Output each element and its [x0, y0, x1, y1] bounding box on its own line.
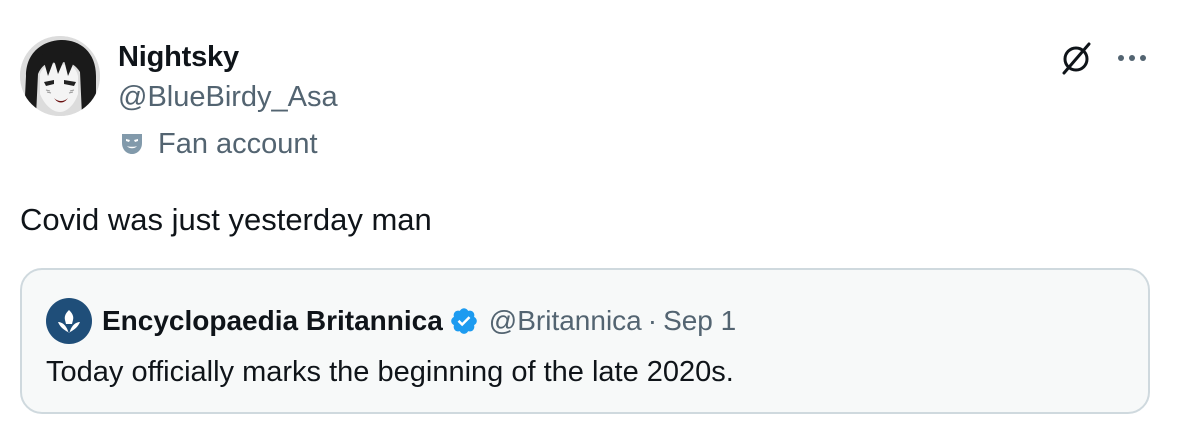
tweet-text: Covid was just yesterday man	[20, 202, 432, 237]
britannica-thistle-icon	[58, 310, 80, 333]
quoted-author-avatar[interactable]	[46, 298, 92, 344]
more-horizontal-icon[interactable]	[1112, 38, 1152, 78]
quoted-author-name[interactable]: Encyclopaedia Britannica	[102, 304, 443, 338]
quoted-tweet-date[interactable]: Sep 1	[663, 304, 736, 338]
quoted-tweet-text: Today officially marks the beginning of …	[46, 356, 734, 388]
tweet: Nightsky @BlueBirdy_Asa Fan account Covi…	[0, 0, 1184, 430]
verified-badge-icon	[449, 306, 479, 336]
affiliate-label-text: Fan account	[158, 128, 318, 160]
affiliate-label[interactable]: Fan account	[118, 126, 318, 162]
grok-slash-icon[interactable]	[1058, 38, 1098, 78]
quoted-tweet-header: Encyclopaedia Britannica @Britannica · S…	[46, 298, 736, 344]
author-display-name[interactable]: Nightsky	[118, 40, 239, 74]
separator-dot: ·	[647, 305, 658, 336]
quoted-tweet[interactable]: Encyclopaedia Britannica @Britannica · S…	[20, 268, 1150, 414]
author-handle[interactable]: @BlueBirdy_Asa	[118, 80, 338, 114]
theater-mask-icon	[118, 130, 146, 158]
author-avatar[interactable]	[20, 36, 100, 116]
quoted-author-handle[interactable]: @Britannica	[489, 304, 642, 338]
